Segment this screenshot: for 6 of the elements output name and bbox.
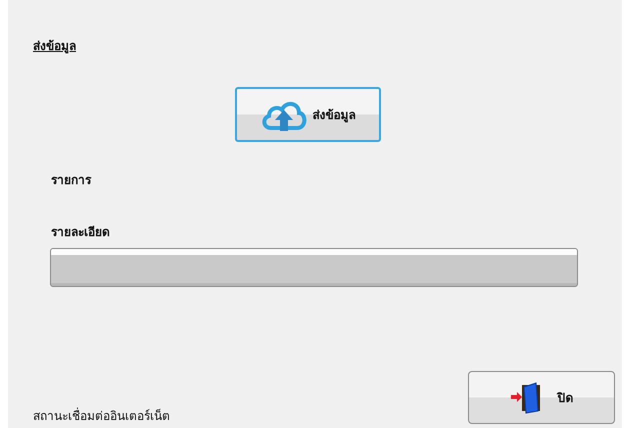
section-title: ส่งข้อมูล [33, 38, 76, 55]
detail-label: รายละเอียด [51, 224, 110, 241]
close-button[interactable]: ปิด [468, 371, 615, 424]
connection-status-text: สถานะเชื่อมต่ออินเตอร์เน็ต [33, 406, 170, 425]
item-label: รายการ [51, 172, 91, 189]
send-button[interactable]: ส่งข้อมูล [235, 87, 381, 142]
